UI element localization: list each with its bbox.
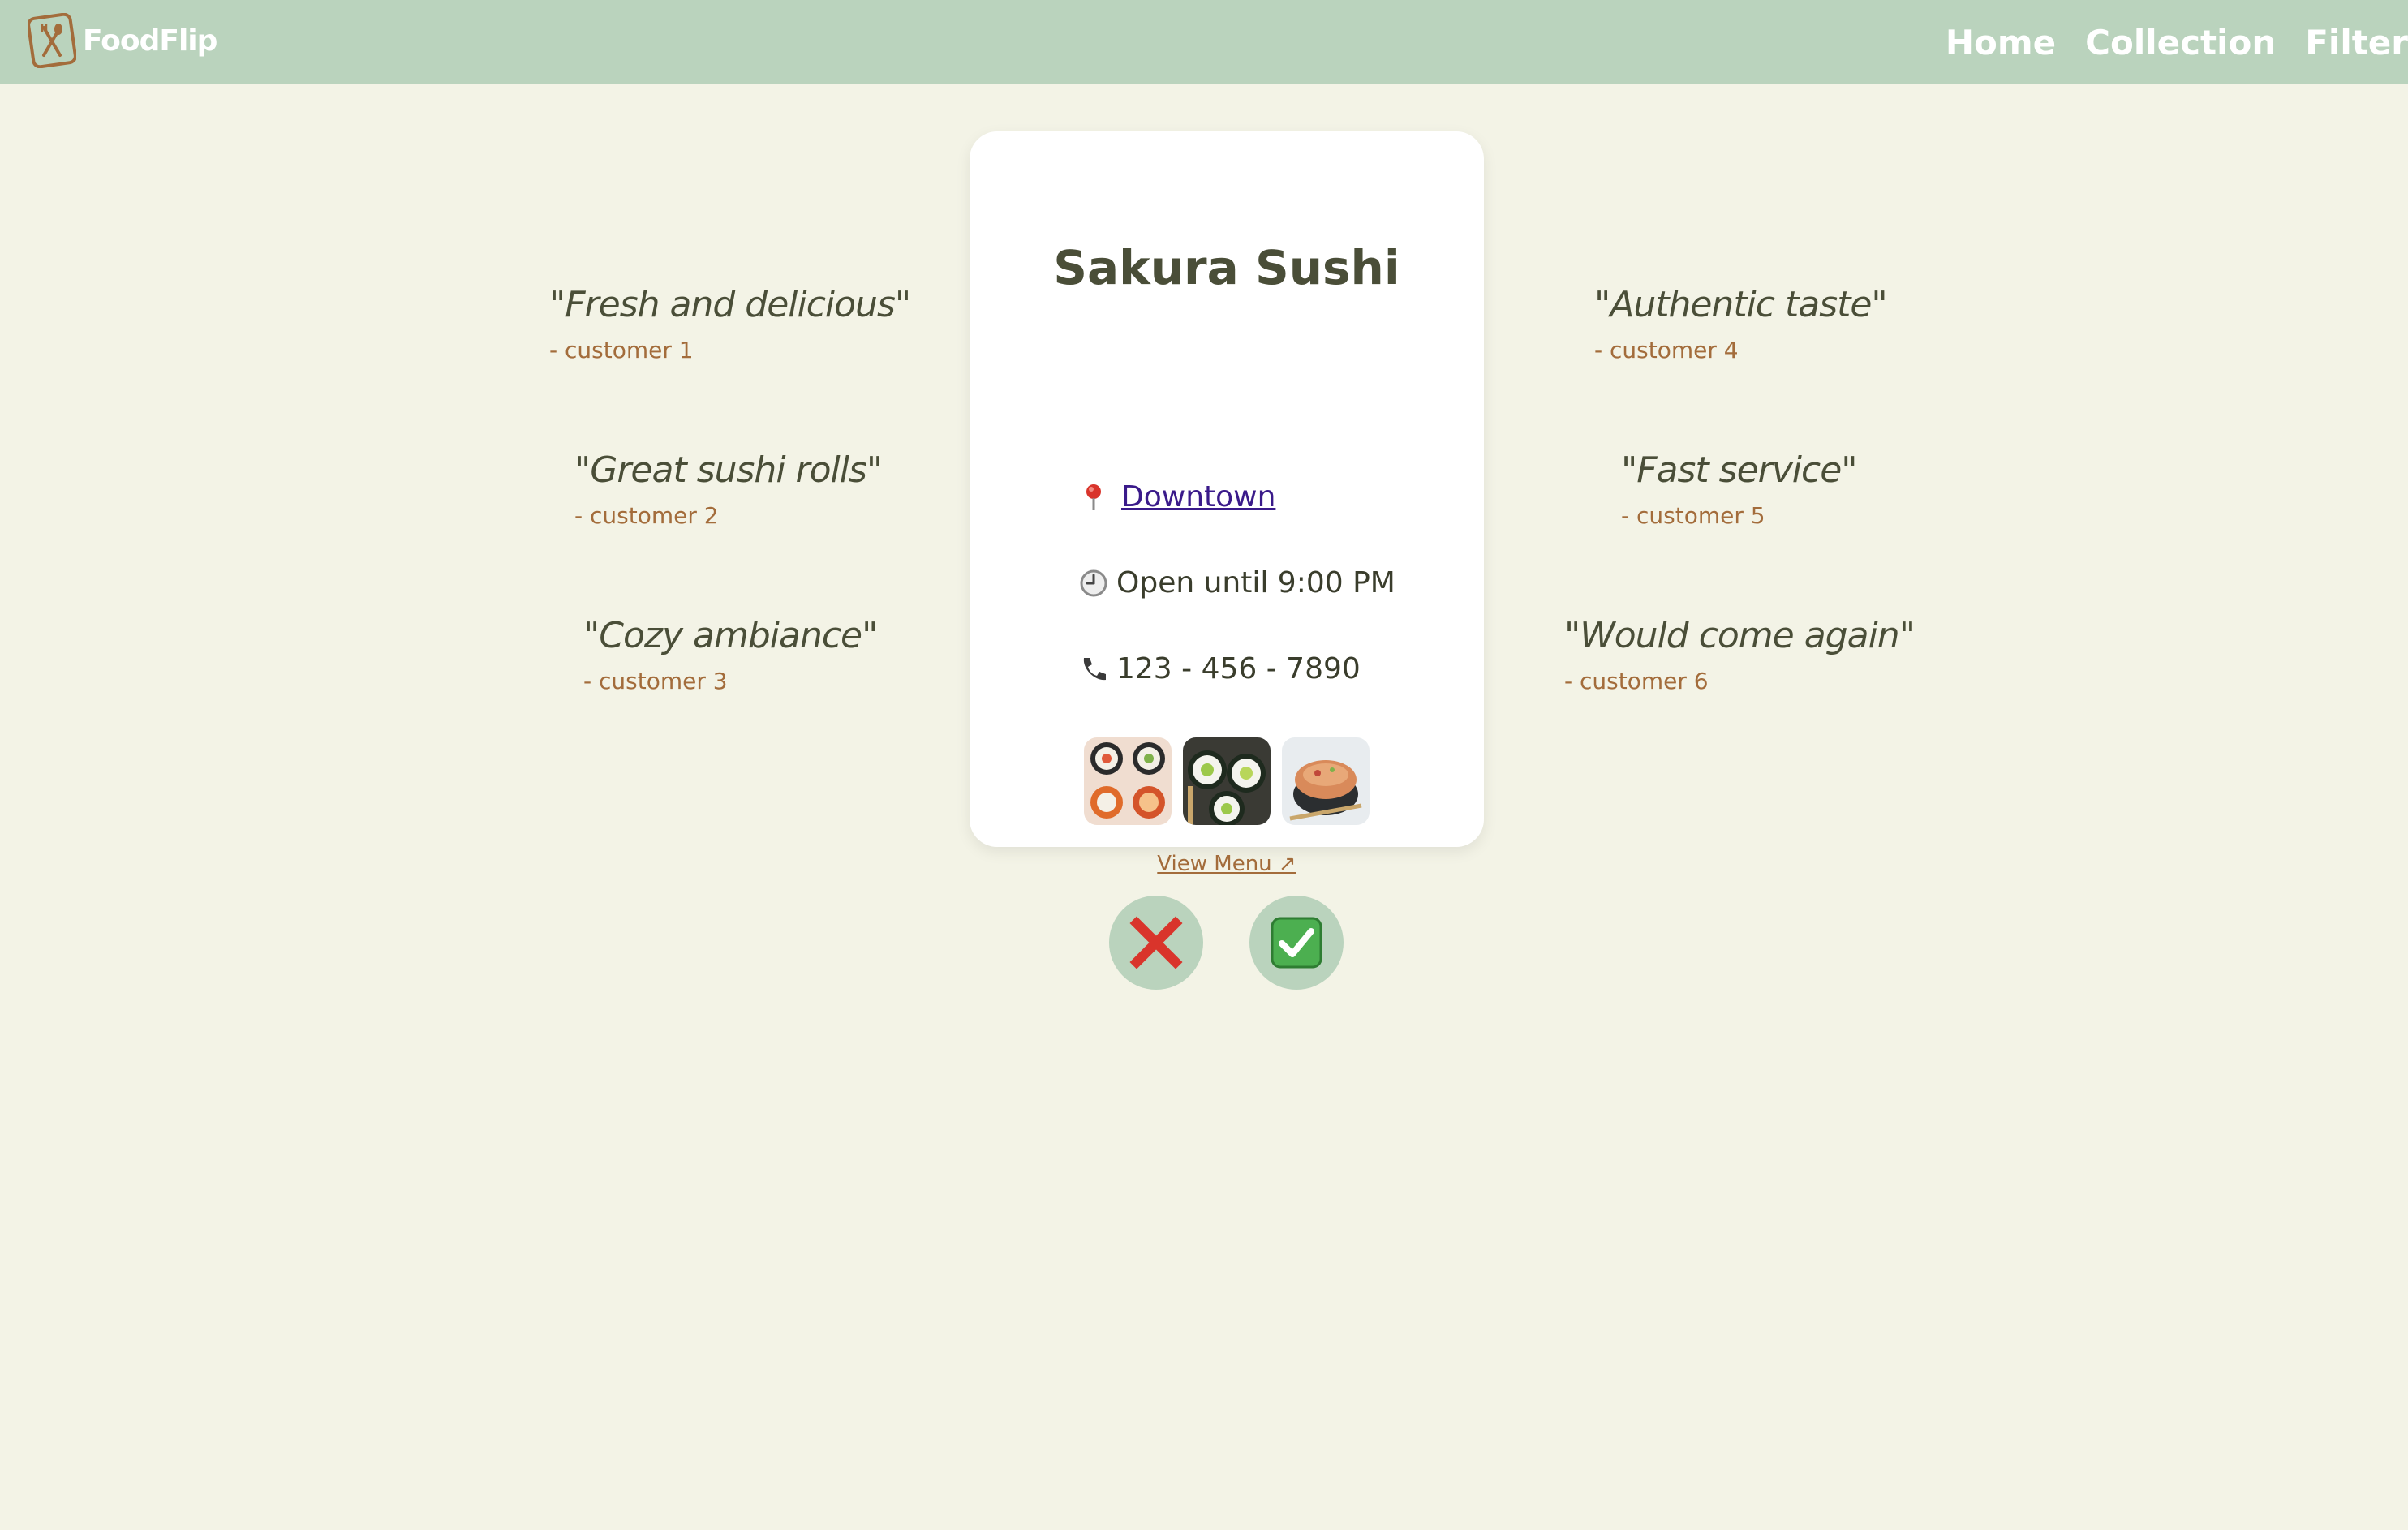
accept-button[interactable] [1249, 896, 1344, 990]
review-quote: "Fresh and delicious" [549, 284, 911, 325]
review-1: "Fresh and delicious" - customer 1 [549, 284, 911, 363]
review-4: "Authentic taste" - customer 4 [1594, 284, 1888, 363]
nav-filter[interactable]: Filter [2305, 23, 2408, 62]
hours-text: Open until 9:00 PM [1116, 566, 1395, 600]
fork-spoon-logo-icon [28, 13, 76, 68]
app-logo[interactable]: FoodFlip [28, 11, 217, 70]
nav-links: Home Collection Filter [1916, 0, 2408, 84]
restaurant-name: Sakura Sushi [1053, 240, 1400, 295]
phone-icon [1077, 653, 1110, 685]
app-name: FoodFlip [83, 24, 217, 58]
view-menu-link[interactable]: View Menu ↗ [970, 852, 1484, 876]
location-link[interactable]: Downtown [1121, 480, 1275, 514]
hours-row: Open until 9:00 PM [1077, 566, 1395, 600]
review-quote: "Cozy ambiance" [583, 615, 878, 656]
phone-row: 123 - 456 - 7890 [1077, 652, 1361, 685]
location-row: Downtown [1077, 480, 1275, 514]
sushi-photo-3[interactable] [1282, 737, 1370, 825]
photo-gallery [970, 737, 1484, 825]
review-quote: "Would come again" [1564, 615, 1916, 656]
reject-button[interactable] [1109, 896, 1203, 990]
review-3: "Cozy ambiance" - customer 3 [583, 615, 878, 694]
pin-icon [1077, 481, 1110, 514]
review-author: - customer 1 [549, 337, 694, 363]
nav-home[interactable]: Home [1946, 23, 2056, 62]
clock-icon [1077, 567, 1110, 600]
check-mark-icon [1271, 917, 1322, 969]
phone-text[interactable]: 123 - 456 - 7890 [1116, 652, 1361, 685]
review-author: - customer 4 [1594, 337, 1739, 363]
review-2: "Great sushi rolls" - customer 2 [574, 449, 883, 529]
navbar: FoodFlip Home Collection Filter [0, 0, 2408, 84]
restaurant-card[interactable]: Sakura Sushi Downtown Open until 9:00 PM [970, 131, 1484, 876]
review-5: "Fast service" - customer 5 [1621, 449, 1858, 529]
sushi-photo-1[interactable] [1084, 737, 1172, 825]
review-quote: "Fast service" [1621, 449, 1858, 491]
review-author: - customer 6 [1564, 668, 1709, 694]
cross-mark-icon [1129, 916, 1183, 969]
nav-collection[interactable]: Collection [2085, 23, 2276, 62]
review-6: "Would come again" - customer 6 [1564, 615, 1916, 694]
review-author: - customer 3 [583, 668, 728, 694]
review-quote: "Authentic taste" [1594, 284, 1888, 325]
review-quote: "Great sushi rolls" [574, 449, 883, 491]
sushi-photo-2[interactable] [1183, 737, 1271, 825]
review-author: - customer 5 [1621, 502, 1765, 529]
review-author: - customer 2 [574, 502, 719, 529]
